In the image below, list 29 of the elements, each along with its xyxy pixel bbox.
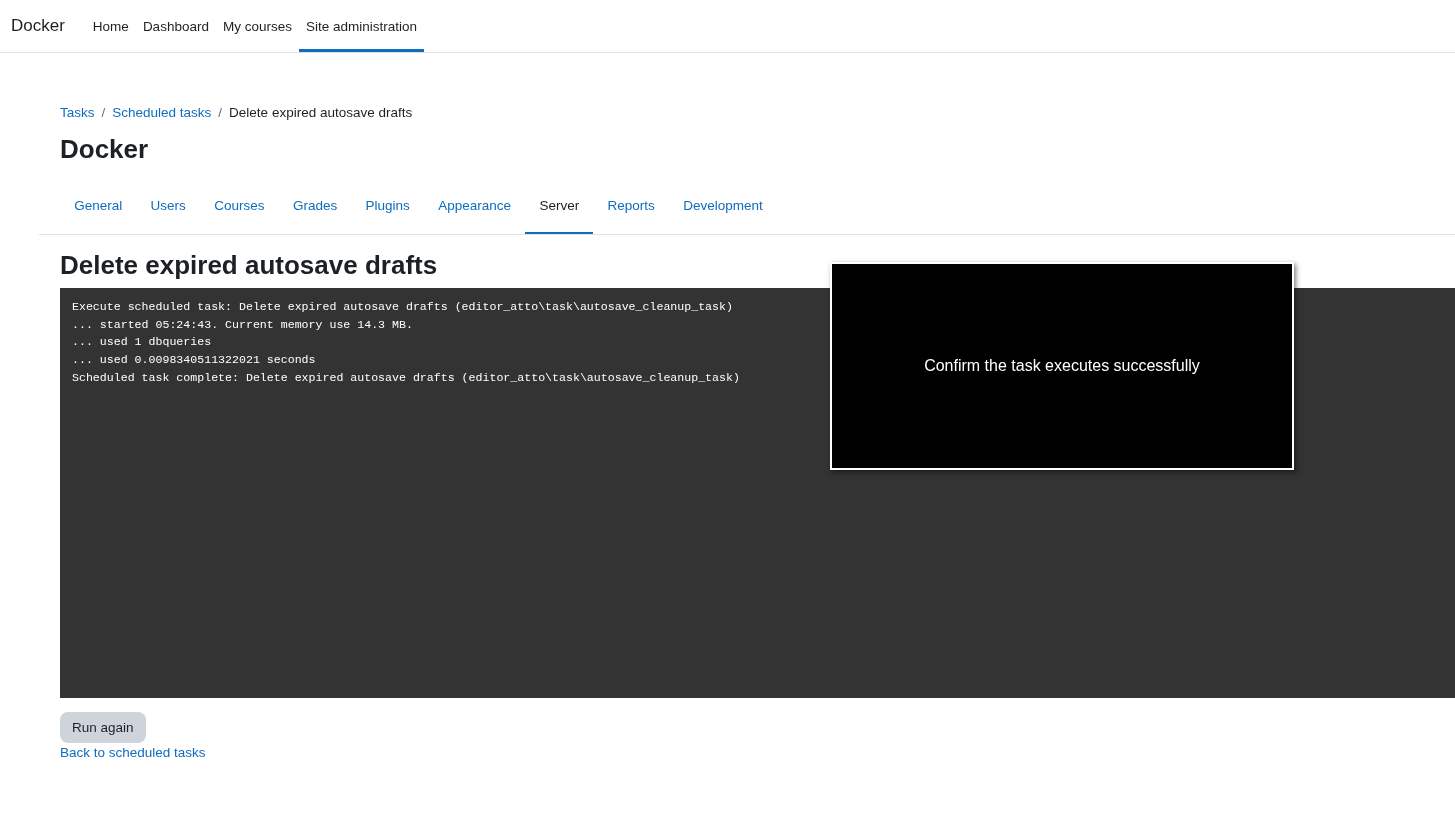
admin-tab[interactable]: Courses (200, 179, 279, 234)
breadcrumb-separator: / (218, 104, 223, 120)
output-line: Execute scheduled task: Delete expired autosave drafts (editor_atto\task\autosave_cleanup_task) (72, 299, 733, 315)
site-brand[interactable]: Docker (11, 0, 65, 52)
admin-tab[interactable]: Grades (278, 179, 352, 234)
breadcrumb-separator: / (101, 104, 106, 120)
output-line: Scheduled task complete: Delete expired autosave drafts (editor_atto\task\autosave_cleanup_task) (72, 369, 740, 386)
admin-tab[interactable]: General (60, 179, 137, 234)
run-again-button[interactable]: Run again (60, 712, 146, 743)
admin-tab[interactable]: Reports (593, 179, 669, 234)
overlay-caption: Confirm the task executes successfully (924, 357, 1200, 375)
admin-tab[interactable]: Server (525, 179, 594, 234)
admin-tab[interactable]: Development (669, 179, 777, 234)
breadcrumb-current: Delete expired autosave drafts (229, 104, 413, 120)
output-line: ... used 1 dbqueries (72, 334, 212, 351)
task-heading: Delete expired autosave drafts (60, 249, 439, 281)
back-link[interactable]: Back to scheduled tasks (60, 745, 206, 760)
output-line: ... used 0.0098340511322021 seconds (72, 352, 316, 369)
nav-link[interactable]: My courses (215, 0, 299, 52)
page-title: Docker (60, 133, 150, 165)
breadcrumb-link[interactable]: Scheduled tasks (112, 104, 212, 120)
admin-tab[interactable]: Appearance (424, 179, 526, 234)
admin-tab[interactable]: Plugins (351, 179, 424, 234)
nav-link[interactable]: Site administration (298, 0, 424, 52)
nav-link[interactable]: Dashboard (135, 0, 216, 52)
output-line: ... started 05:24:43. Current memory use 14.3 MB. (72, 316, 413, 333)
nav-link[interactable]: Home (85, 0, 136, 52)
admin-tab[interactable]: Users (136, 179, 201, 234)
breadcrumb-link[interactable]: Tasks (60, 104, 95, 120)
